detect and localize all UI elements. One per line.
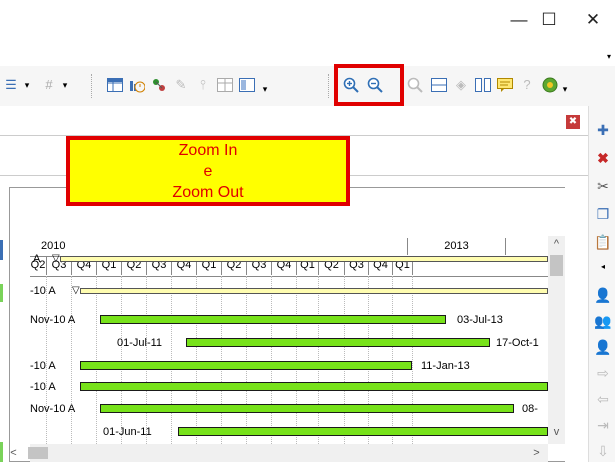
gantt-row[interactable]: A ▽ xyxy=(0,252,548,273)
vertical-scrollbar[interactable]: ^ v xyxy=(548,236,565,444)
scroll-left-arrow[interactable]: < xyxy=(5,444,22,462)
gantt-row[interactable]: -10 A xyxy=(0,380,548,401)
dropdown-arrow-icon[interactable]: ▾ xyxy=(556,80,574,98)
dropdown-arrow-icon[interactable]: ▾ xyxy=(56,76,74,94)
gantt-row[interactable]: -10 A 11-Jan-13 xyxy=(0,359,548,380)
callout-line-3: Zoom Out xyxy=(172,184,244,201)
row-right-label: 17-Oct-1 xyxy=(496,337,539,349)
task-bar[interactable] xyxy=(100,404,514,413)
move-icon[interactable]: ⇩ xyxy=(594,442,612,460)
resource-icon[interactable] xyxy=(150,76,168,94)
zoom-highlight-box xyxy=(334,64,404,106)
link-icon[interactable]: ⫯ xyxy=(194,76,212,94)
chart-clock-icon[interactable] xyxy=(128,76,146,94)
layout-icon[interactable] xyxy=(238,76,256,94)
table-icon[interactable] xyxy=(106,76,124,94)
rows-icon[interactable] xyxy=(430,76,448,94)
comment-icon[interactable] xyxy=(496,76,514,94)
diamond-icon[interactable]: ◈ xyxy=(452,76,470,94)
gantt-chart: 2010 2013 Q2 Q3 Q4 Q1 Q2 Q3 Q4 Q1 Q2 Q3 Q4 Q1 Q2 Q3 Q4… xyxy=(0,187,565,462)
row-left-label: 01-Jul-11 xyxy=(117,337,163,349)
gantt-row[interactable]: 01-Jun-11 xyxy=(0,425,548,446)
right-sidebar: ✚ ✖ ✂ ❐ 📋 ◂ 👤 👥 👤 ⇨ ⇦ ⇥ ⇩ xyxy=(588,106,615,462)
h-scroll-thumb[interactable] xyxy=(28,447,48,459)
zoom-fit-icon[interactable] xyxy=(406,76,424,94)
row-left-label: Nov-10 A xyxy=(30,403,76,415)
summary-bar[interactable] xyxy=(60,256,548,262)
row-left-label: Nov-10 A xyxy=(30,314,76,326)
scroll-up-arrow[interactable]: ^ xyxy=(548,236,565,253)
scroll-down-arrow[interactable]: v xyxy=(548,424,565,441)
scroll-thumb[interactable] xyxy=(550,255,563,276)
outdent-icon[interactable]: ⇦ xyxy=(594,390,612,408)
panel-close-button[interactable]: ✖ xyxy=(566,115,580,129)
user-add-icon[interactable]: 👤 xyxy=(594,338,612,356)
milestone-icon: ▽ xyxy=(52,253,60,264)
callout-line-2: e xyxy=(203,163,213,180)
arrow-left-icon[interactable]: ◂ xyxy=(594,258,612,276)
scroll-right-arrow[interactable]: > xyxy=(528,444,545,462)
row-right-label: 03-Jul-13 xyxy=(457,314,503,326)
grid-icon[interactable] xyxy=(216,76,234,94)
top-right-dropdown-icon[interactable]: ▾ xyxy=(607,52,611,61)
cut-icon[interactable]: ✂ xyxy=(594,177,612,195)
task-bar[interactable] xyxy=(80,382,548,391)
gantt-row[interactable]: 01-Jul-11 17-Oct-1 xyxy=(0,336,548,357)
task-bar[interactable] xyxy=(186,338,490,347)
task-bar[interactable] xyxy=(80,361,412,370)
close-button[interactable]: ✕ xyxy=(571,0,615,40)
gantt-row[interactable]: Nov-10 A 08- xyxy=(0,402,548,423)
user-icon[interactable]: 👤 xyxy=(594,286,612,304)
dropdown-arrow-icon[interactable]: ▾ xyxy=(256,80,274,98)
summary-bar[interactable] xyxy=(80,288,548,294)
toolbar: ☰ ▾ # ▾ ✎ ⫯ ▾ ◈ ? ▾ xyxy=(0,66,615,106)
dropdown-arrow-icon[interactable]: ▾ xyxy=(18,76,36,94)
row-left-label: A xyxy=(33,253,41,265)
users-icon[interactable]: 👥 xyxy=(594,312,612,330)
callout-line-1: Zoom In xyxy=(178,142,238,159)
milestone-icon: ▽ xyxy=(72,285,80,296)
filter-icon[interactable]: ✎ xyxy=(172,76,190,94)
separator xyxy=(328,74,329,98)
minimize-icon: — xyxy=(510,10,528,29)
row-left-label: 01-Jun-11 xyxy=(103,426,152,438)
help-icon[interactable]: ? xyxy=(518,76,536,94)
row-left-label: -10 A xyxy=(30,381,56,393)
close-icon: ✕ xyxy=(585,10,601,29)
delete-icon[interactable]: ✖ xyxy=(594,149,612,167)
forward-icon[interactable]: ⇨ xyxy=(594,364,612,382)
columns-icon[interactable] xyxy=(474,76,492,94)
zoom-callout: Zoom In e Zoom Out xyxy=(66,136,350,206)
task-bar[interactable] xyxy=(100,315,446,324)
separator xyxy=(91,74,92,98)
row-right-label: 11-Jan-13 xyxy=(421,360,470,372)
task-bar[interactable] xyxy=(178,427,548,436)
row-left-label: -10 A xyxy=(30,360,56,372)
maximize-button[interactable]: ☐ xyxy=(527,0,571,40)
gantt-row[interactable]: Nov-10 A 03-Jul-13 xyxy=(0,313,548,334)
maximize-icon: ☐ xyxy=(541,10,557,29)
indent-icon[interactable]: ⇥ xyxy=(594,416,612,434)
row-left-label: -10 A xyxy=(30,285,56,297)
copy-icon[interactable]: ❐ xyxy=(594,205,612,223)
add-icon[interactable]: ✚ xyxy=(594,121,612,139)
horizontal-scrollbar[interactable]: < > xyxy=(10,444,548,462)
row-right-label: 08- xyxy=(522,403,538,415)
gantt-row[interactable]: -10 A ▽ xyxy=(0,284,548,305)
paste-icon[interactable]: 📋 xyxy=(594,233,612,251)
